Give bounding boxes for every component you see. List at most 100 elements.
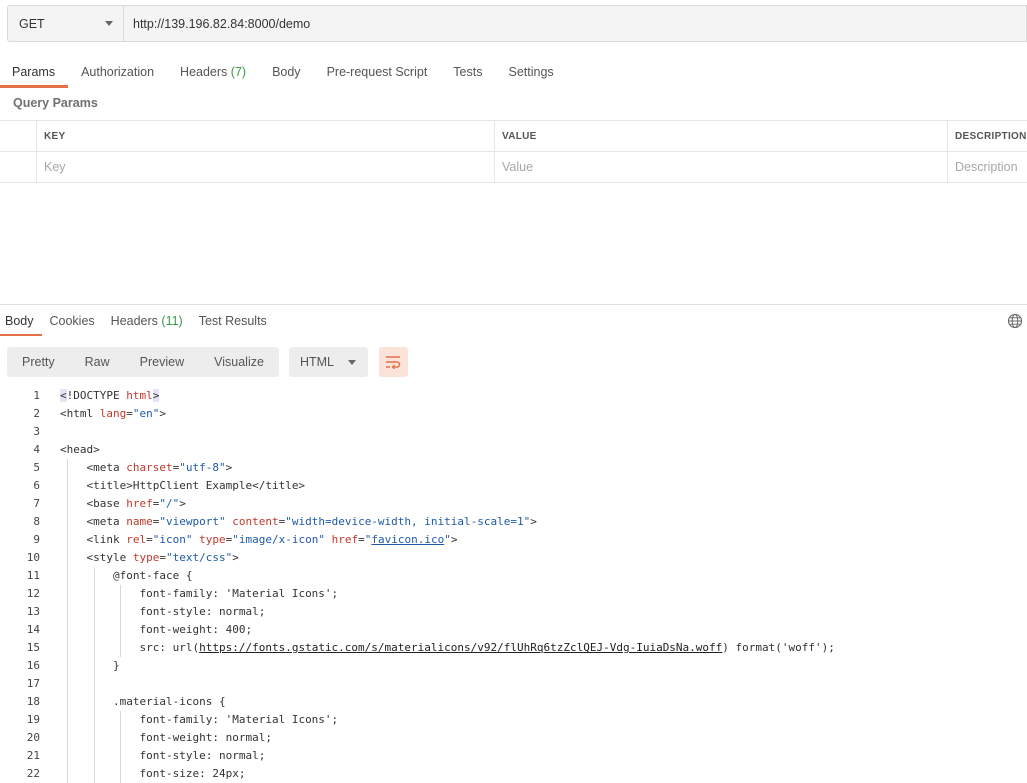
indent-guide xyxy=(120,747,121,765)
tab-body[interactable]: Body xyxy=(259,56,314,88)
indent-guide xyxy=(67,657,68,675)
code-token: "text/css" xyxy=(165,551,233,564)
indent-guide xyxy=(93,621,95,639)
code-token: " xyxy=(444,533,451,546)
code-token: = xyxy=(159,551,166,564)
line-number: 13 xyxy=(26,605,40,618)
indent-guide xyxy=(120,603,121,621)
indent-guide xyxy=(67,603,68,621)
line-number: 22 xyxy=(26,767,40,780)
pretty-button[interactable]: Pretty xyxy=(7,347,70,377)
line-number: 1 xyxy=(33,389,40,402)
code-text: <html lang="en"> xyxy=(40,405,166,423)
tab-authorization[interactable]: Authorization xyxy=(68,56,167,88)
indent-guide xyxy=(93,657,95,675)
value-input[interactable]: Value xyxy=(494,152,947,182)
globe-icon[interactable] xyxy=(1007,313,1023,329)
code-token: HttpClient Example xyxy=(132,479,253,492)
code-line: 2 <html lang="en"> xyxy=(0,405,1027,423)
wrap-lines-button[interactable] xyxy=(378,347,408,377)
code-token: type xyxy=(132,551,160,564)
chevron-down-icon xyxy=(347,359,356,365)
code-token: > xyxy=(225,461,233,474)
code-text: <title>HttpClient Example</title> xyxy=(40,477,305,495)
key-input[interactable]: Key xyxy=(36,152,494,182)
code-line: 10 <style type="text/css"> xyxy=(0,549,1027,567)
code-token: !DOCTYPE xyxy=(66,389,127,402)
code-token: "viewport" xyxy=(159,515,226,528)
code-line: 8 <meta name="viewport" content="width=de… xyxy=(0,513,1027,531)
line-number: 5 xyxy=(33,461,40,474)
code-text: src: url(https://fonts.gstatic.com/s/mat… xyxy=(40,639,835,657)
code-token: = xyxy=(126,407,133,420)
code-line: 11 @font-face { xyxy=(0,567,1027,585)
format-select[interactable]: HTML xyxy=(288,347,368,377)
indent-guide xyxy=(67,585,68,603)
code-line: 7 <base href="/"> xyxy=(0,495,1027,513)
response-code-viewer[interactable]: 1 <!DOCTYPE html> 2 <html lang="en"> 3 4 <head… xyxy=(0,387,1027,783)
tab-pre-request-script[interactable]: Pre-request Script xyxy=(314,56,441,88)
indent-guide xyxy=(120,621,121,639)
code-token: href xyxy=(331,533,359,546)
code-link[interactable]: favicon.ico xyxy=(371,533,444,546)
code-token: type xyxy=(199,533,226,546)
tab-settings[interactable]: Settings xyxy=(495,56,566,88)
code-token: <style xyxy=(86,551,133,564)
raw-button[interactable]: Raw xyxy=(70,347,125,377)
code-token: lang xyxy=(99,407,127,420)
method-select[interactable]: GET xyxy=(7,5,123,42)
url-input[interactable]: http://139.196.82.84:8000/demo xyxy=(123,5,1027,42)
line-number: 10 xyxy=(26,551,40,564)
code-token: .material-icons { xyxy=(113,695,226,708)
indent-guide xyxy=(93,765,95,783)
table-header-row: KEY VALUE DESCRIPTION xyxy=(0,121,1027,152)
row-checkbox-cell xyxy=(0,152,36,182)
code-line: 13 font-style: normal; xyxy=(0,603,1027,621)
indent-guide xyxy=(67,711,68,729)
visualize-button[interactable]: Visualize xyxy=(199,347,279,377)
line-number: 14 xyxy=(26,623,40,636)
code-text: font-style: normal; xyxy=(40,603,265,621)
code-token: "width=device-width, initial-scale=1" xyxy=(285,515,531,528)
tab-cookies[interactable]: Cookies xyxy=(42,310,103,334)
column-header-description: DESCRIPTION xyxy=(947,121,1027,151)
code-token: > xyxy=(159,407,166,420)
code-token: > xyxy=(152,389,160,402)
indent-guide xyxy=(67,693,68,711)
code-token: <html xyxy=(60,407,100,420)
code-token: "image/x-icon" xyxy=(232,533,325,546)
line-number: 8 xyxy=(33,515,40,528)
code-text: .material-icons { xyxy=(40,693,226,711)
line-number: 19 xyxy=(26,713,40,726)
tab-headers[interactable]: Headers (7) xyxy=(167,56,259,88)
line-number: 17 xyxy=(26,677,40,690)
tab-test-results[interactable]: Test Results xyxy=(191,310,275,334)
indent-guide xyxy=(120,711,121,729)
table-row: Key Value Description xyxy=(0,152,1027,183)
code-token: </title> xyxy=(252,479,306,492)
indent-guide xyxy=(93,693,95,711)
code-text: font-size: 24px; xyxy=(40,765,245,783)
code-link[interactable]: https://fonts.gstatic.com/s/materialicon… xyxy=(199,641,722,654)
code-line: 15 src: url(https://fonts.gstatic.com/s/m… xyxy=(0,639,1027,657)
description-input[interactable]: Description xyxy=(947,152,1027,182)
tab-params[interactable]: Params xyxy=(0,56,69,88)
code-token: font-size: 24px; xyxy=(139,767,246,780)
tab-response-body[interactable]: Body xyxy=(0,310,42,336)
code-token: "icon" xyxy=(152,533,193,546)
indent-guide xyxy=(93,747,95,765)
preview-button[interactable]: Preview xyxy=(125,347,199,377)
tab-response-headers[interactable]: Headers (11) xyxy=(103,310,191,334)
line-number: 20 xyxy=(26,731,40,744)
method-value: GET xyxy=(19,16,45,31)
indent-guide xyxy=(93,675,95,693)
indent-guide xyxy=(120,639,121,657)
format-value: HTML xyxy=(299,355,334,369)
code-line: 6 <title>HttpClient Example</title> xyxy=(0,477,1027,495)
code-token: font-family: 'Material Icons'; xyxy=(139,713,339,726)
pane-splitter[interactable] xyxy=(0,304,1027,305)
code-line: 20 font-weight: normal; xyxy=(0,729,1027,747)
tab-tests[interactable]: Tests xyxy=(440,56,495,88)
code-token: "/" xyxy=(159,497,180,510)
code-line: 12 font-family: 'Material Icons'; xyxy=(0,585,1027,603)
